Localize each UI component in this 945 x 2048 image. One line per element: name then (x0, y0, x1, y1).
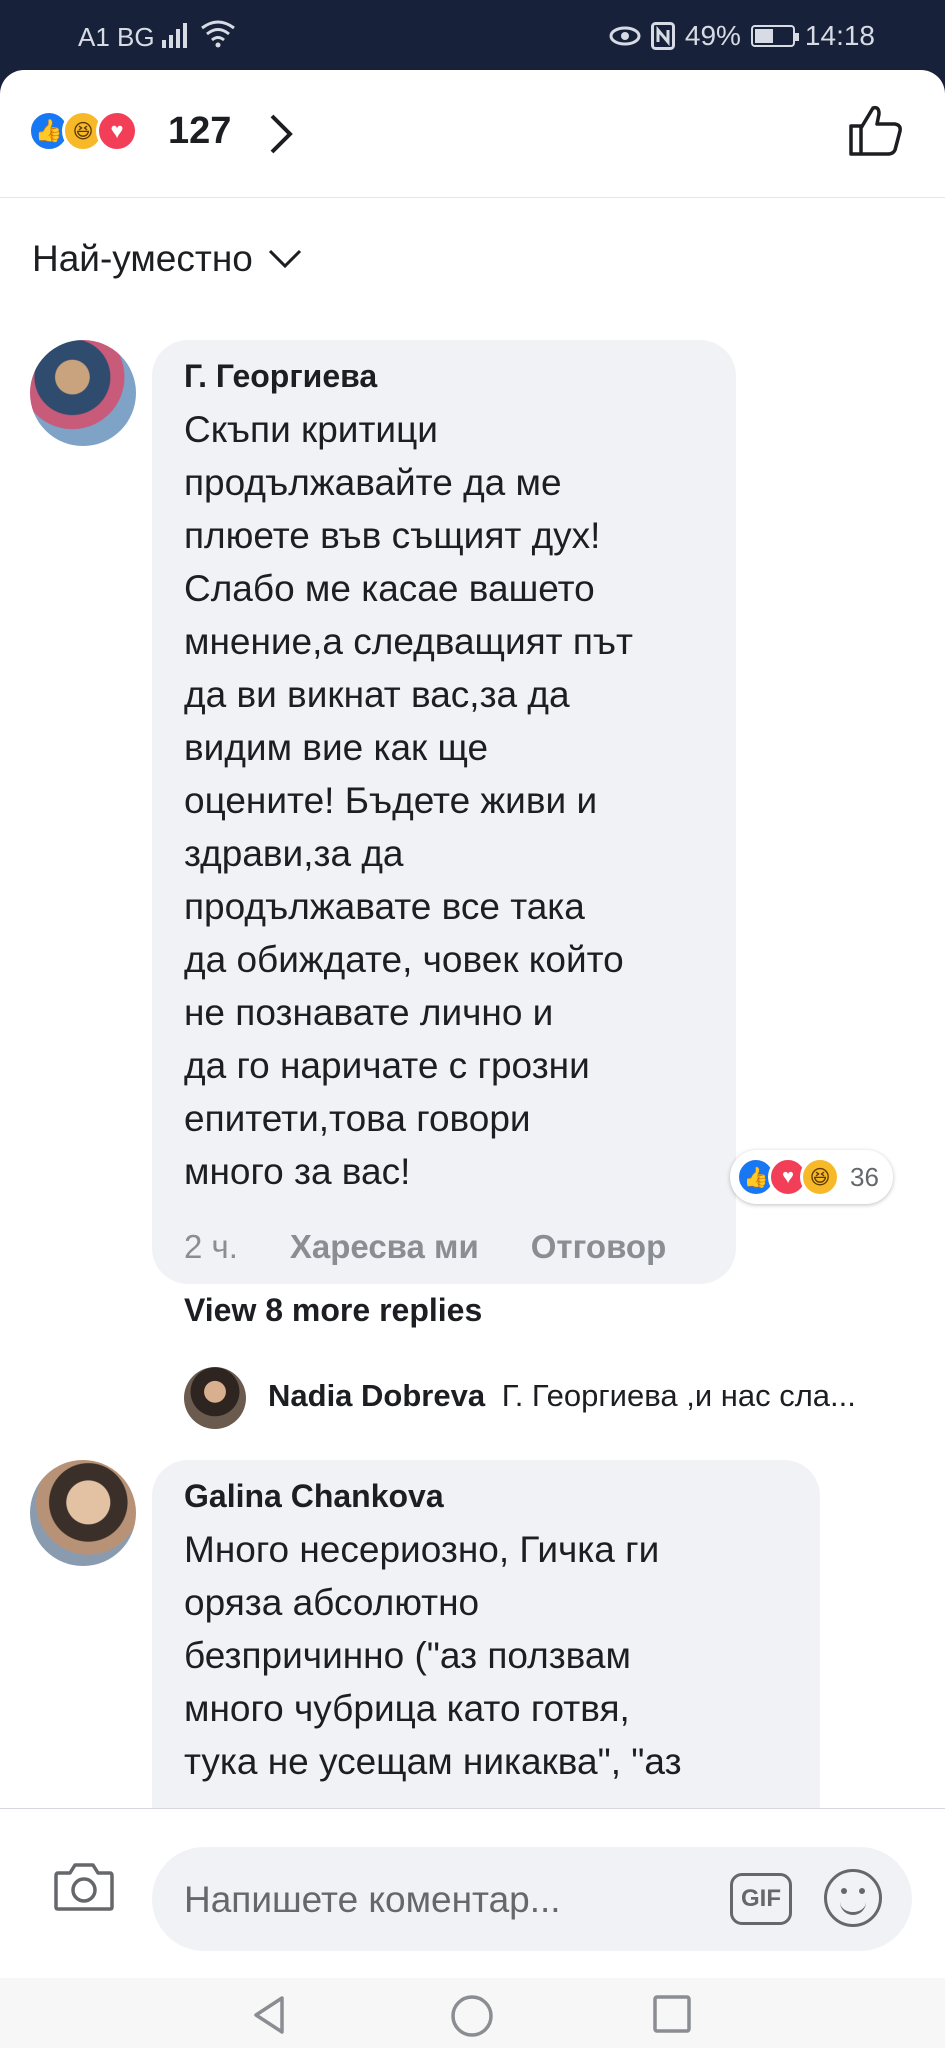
comment-time: 2 ч. (184, 1228, 238, 1265)
home-icon[interactable] (450, 1994, 494, 2038)
status-right: 49% 14:18 (609, 20, 875, 52)
reply-preview[interactable]: Nadia Dobreva Г. Георгиева ,и нас сла... (268, 1378, 908, 1414)
comment-reaction-count: 36 (850, 1161, 879, 1192)
reaction-icons: 👍 😆 ♥ (28, 110, 138, 152)
chevron-down-icon (268, 249, 301, 269)
comment-actions: 2 ч. Харесва ми Отговор (184, 1228, 666, 1266)
sort-dropdown[interactable]: Най-уместно (32, 238, 303, 280)
system-nav-bar (0, 1978, 945, 2048)
reply-text: Г. Георгиева ,и нас сла... (501, 1378, 856, 1413)
camera-icon[interactable] (52, 1859, 116, 1913)
comment-composer: Напишете коментар... GIF (0, 1808, 945, 1978)
nfc-icon (650, 22, 675, 50)
reply-author[interactable]: Nadia Dobreva (268, 1378, 485, 1413)
comment-input-placeholder: Напишете коментар... (184, 1879, 561, 1920)
battery-percent: 49% (684, 20, 741, 51)
reply-button[interactable]: Отговор (531, 1228, 666, 1266)
avatar[interactable] (30, 340, 136, 446)
sort-label: Най-уместно (32, 238, 253, 279)
reactions-summary[interactable]: 👍 😆 ♥ 127 (0, 70, 945, 198)
wifi-icon (201, 20, 235, 48)
haha-icon: 😆 (800, 1157, 840, 1197)
reply-avatar[interactable] (184, 1367, 246, 1429)
avatar[interactable] (30, 1460, 136, 1566)
comments-sheet: 👍 😆 ♥ 127 Най-уместно Г. Георгиева Скъпи… (0, 70, 945, 1978)
status-bar: A1 BG 49% 14:18 (0, 0, 945, 70)
eye-comfort-icon (609, 26, 641, 46)
emoji-icon[interactable] (824, 1869, 882, 1927)
battery-icon (750, 25, 799, 47)
comment-reactions[interactable]: 👍 ♥ 😆 36 (730, 1150, 893, 1204)
comment-input[interactable]: Напишете коментар... GIF (152, 1847, 912, 1951)
signal-icon (162, 23, 187, 48)
chevron-right-icon[interactable] (268, 112, 294, 156)
view-more-replies-link[interactable]: View 8 more replies (184, 1292, 482, 1329)
clock: 14:18 (804, 20, 875, 51)
carrier-label: A1 BG (78, 22, 155, 52)
reaction-count: 127 (168, 110, 232, 152)
love-icon: ♥ (96, 110, 138, 152)
comment-author[interactable]: Г. Георгиева (184, 358, 704, 395)
like-post-button[interactable] (845, 100, 905, 160)
comment-bubble[interactable]: Г. Георгиева Скъпи критици продължавайте… (152, 340, 736, 1284)
comment-author[interactable]: Galina Chankova (184, 1478, 788, 1515)
like-comment-button[interactable]: Харесва ми (290, 1228, 479, 1266)
back-icon[interactable] (248, 1994, 290, 2036)
gif-button[interactable]: GIF (730, 1873, 792, 1925)
comment-text: Скъпи критици продължавайте да ме плюете… (184, 409, 634, 1192)
comment-text: Много несериозно, Гичка ги оряза абсолют… (184, 1529, 682, 1782)
recents-icon[interactable] (652, 1994, 692, 2034)
